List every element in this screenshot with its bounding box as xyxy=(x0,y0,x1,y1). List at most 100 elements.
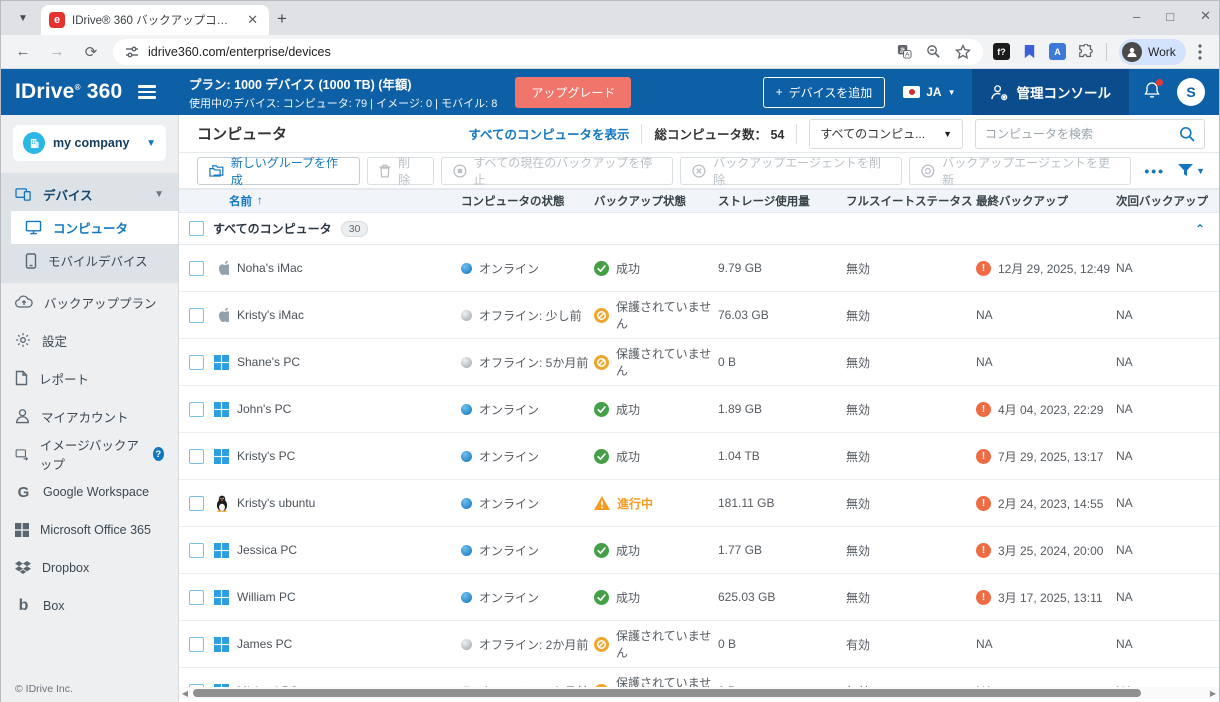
search-box[interactable] xyxy=(975,119,1205,149)
success-icon xyxy=(594,449,609,464)
sidebar-item-my-account[interactable]: マイアカウント xyxy=(1,397,178,435)
user-avatar[interactable]: S xyxy=(1177,78,1205,106)
table-row[interactable]: James PCオフライン: 2か月前保護されていません0 B有効NANA xyxy=(179,621,1219,668)
stop-backups-button[interactable]: すべての現在のバックアップを停止 xyxy=(441,157,674,185)
create-group-button[interactable]: 新しいグループを作成 xyxy=(197,157,360,185)
table-row[interactable]: Noha's iMacオンライン成功9.79 GB無効!12月 29, 2025… xyxy=(179,245,1219,292)
table-row[interactable]: Kristy's PCオンライン成功1.04 TB無効!7月 29, 2025,… xyxy=(179,433,1219,480)
back-icon[interactable]: ← xyxy=(11,43,35,60)
sidebar-item-computers[interactable]: コンピュータ xyxy=(11,211,178,244)
windows-icon xyxy=(214,449,229,464)
backup-alert-icon: ! xyxy=(976,449,991,464)
extension-bookmark-icon[interactable] xyxy=(1022,44,1037,59)
column-name[interactable]: 名前↑ xyxy=(213,193,461,209)
row-checkbox[interactable] xyxy=(189,590,204,605)
table-row[interactable]: Kristy's iMacオフライン: 少し前保護されていません76.03 GB… xyxy=(179,292,1219,339)
row-checkbox[interactable] xyxy=(189,355,204,370)
sidebar-item-settings[interactable]: 設定 xyxy=(1,321,178,359)
more-actions-button[interactable]: ••• xyxy=(1138,163,1171,179)
plan-line: プラン: 1000 デバイス (1000 TB) (年額) xyxy=(189,74,497,93)
row-checkbox[interactable] xyxy=(189,496,204,511)
device-name: Shane's PC xyxy=(237,355,300,369)
notifications-button[interactable] xyxy=(1143,81,1161,104)
windows-icon xyxy=(214,637,229,652)
row-checkbox[interactable] xyxy=(189,308,204,323)
devices-section: デバイス ▼ コンピュータ モバイルデバイス xyxy=(1,173,178,283)
column-computer-state[interactable]: コンピュータの状態 xyxy=(461,193,594,209)
scroll-right-icon[interactable]: ▶ xyxy=(1207,689,1219,698)
table-row[interactable]: John's PCオンライン成功1.89 GB無効!4月 04, 2023, 2… xyxy=(179,386,1219,433)
add-device-button[interactable]: +デバイスを追加 xyxy=(763,77,886,108)
row-checkbox[interactable] xyxy=(189,449,204,464)
sidebar-item-backup-plan[interactable]: バックアッププラン xyxy=(1,283,178,321)
scrollbar-thumb[interactable] xyxy=(193,689,1141,697)
group-row-all-computers[interactable]: すべてのコンピュータ 30 ⌃ xyxy=(179,213,1219,245)
language-selector[interactable]: JA▼ xyxy=(903,85,955,99)
help-icon[interactable]: ? xyxy=(153,447,164,461)
column-storage[interactable]: ストレージ使用量 xyxy=(718,193,846,209)
sidebar-item-reports[interactable]: レポート xyxy=(1,359,178,397)
browser-menu-icon[interactable] xyxy=(1198,44,1202,60)
table-row[interactable]: Shane's PCオフライン: 5か月前保護されていません0 B無効NANA xyxy=(179,339,1219,386)
column-fullsuite[interactable]: フルスイートステータス xyxy=(846,193,976,209)
collapse-chevron-icon[interactable]: ⌃ xyxy=(1195,222,1205,236)
company-selector[interactable]: my company ▼ xyxy=(13,125,166,161)
tab-search-button[interactable]: ▼ xyxy=(9,4,37,32)
table-row[interactable]: Kristy's ubuntuオンライン進行中181.11 GB無効!2月 24… xyxy=(179,480,1219,527)
delete-button[interactable]: 削除 xyxy=(367,157,433,185)
computers-filter-dropdown[interactable]: すべてのコンピュ... ▼ xyxy=(809,119,963,149)
new-tab-button[interactable]: + xyxy=(277,9,287,29)
last-backup: 3月 17, 2025, 13:11 xyxy=(998,589,1103,606)
browser-tab[interactable]: e IDrive® 360 バックアップコンソール ✕ xyxy=(41,5,269,35)
site-settings-icon[interactable] xyxy=(125,45,139,59)
tab-close-icon[interactable]: ✕ xyxy=(244,12,261,28)
table-row[interactable]: Michael PCオフライン: 3か月前保護されていません0 B無効NANA xyxy=(179,668,1219,687)
row-checkbox[interactable] xyxy=(189,261,204,276)
horizontal-scrollbar[interactable]: ◀ ▶ xyxy=(179,687,1219,699)
sidebar-item-google-workspace[interactable]: G Google Workspace xyxy=(1,473,178,511)
upgrade-button[interactable]: アップグレード xyxy=(515,77,631,108)
extension-translate-icon[interactable]: A xyxy=(1049,43,1066,60)
bookmark-star-icon[interactable] xyxy=(955,44,971,60)
reload-icon[interactable]: ⟳ xyxy=(79,43,103,61)
close-button[interactable]: ✕ xyxy=(1200,8,1211,24)
table-row[interactable]: William PCオンライン成功625.03 GB無効!3月 17, 2025… xyxy=(179,574,1219,621)
sidebar-item-microsoft-365[interactable]: Microsoft Office 365 xyxy=(1,511,178,549)
group-checkbox[interactable] xyxy=(189,221,204,236)
sidebar-item-image-backup[interactable]: イメージバックアップ ? xyxy=(1,435,178,473)
row-checkbox[interactable] xyxy=(189,543,204,558)
sidebar-item-dropbox[interactable]: Dropbox xyxy=(1,549,178,587)
column-next-backup[interactable]: 次回バックアップ xyxy=(1116,193,1219,209)
forward-icon[interactable]: → xyxy=(45,43,69,60)
show-all-computers-link[interactable]: すべてのコンピュータを表示 xyxy=(468,124,629,143)
backup-alert-icon: ! xyxy=(976,496,991,511)
remove-agent-button[interactable]: バックアップエージェントを削除 xyxy=(680,157,902,185)
profile-button[interactable]: Work xyxy=(1119,39,1186,65)
computer-state: オフライン: 5か月前 xyxy=(479,354,588,371)
table-row[interactable]: Jessica PCオンライン成功1.77 GB無効!3月 25, 2024, … xyxy=(179,527,1219,574)
admin-console-button[interactable]: 管理コンソール xyxy=(972,69,1130,115)
column-backup-status[interactable]: バックアップ状態 xyxy=(594,193,718,209)
sidebar-item-devices[interactable]: デバイス ▼ xyxy=(1,177,178,211)
row-checkbox[interactable] xyxy=(189,402,204,417)
search-input[interactable] xyxy=(985,127,1171,141)
row-checkbox[interactable] xyxy=(189,637,204,652)
maximize-button[interactable]: □ xyxy=(1166,9,1174,24)
column-last-backup[interactable]: 最終バックアップ xyxy=(976,193,1116,209)
linux-icon xyxy=(215,495,229,512)
extensions-puzzle-icon[interactable] xyxy=(1078,44,1094,60)
scroll-left-icon[interactable]: ◀ xyxy=(179,689,191,698)
search-icon[interactable] xyxy=(1179,126,1195,142)
hamburger-menu-icon[interactable] xyxy=(138,82,156,102)
sidebar-item-mobile-devices[interactable]: モバイルデバイス xyxy=(1,244,178,277)
translate-icon[interactable]: あA xyxy=(897,44,912,59)
update-agent-button[interactable]: バックアップエージェントを更新 xyxy=(909,157,1131,185)
minimize-button[interactable]: – xyxy=(1133,9,1140,24)
address-bar[interactable]: idrive360.com/enterprise/devices あA xyxy=(113,39,983,65)
zoom-icon[interactable] xyxy=(926,44,941,59)
group-name: すべてのコンピュータ xyxy=(213,220,332,237)
sidebar-item-box[interactable]: b Box xyxy=(1,587,178,625)
filter-button[interactable]: ▼ xyxy=(1178,164,1205,177)
extension-f-icon[interactable]: f? xyxy=(993,43,1010,60)
backup-alert-icon: ! xyxy=(976,590,991,605)
